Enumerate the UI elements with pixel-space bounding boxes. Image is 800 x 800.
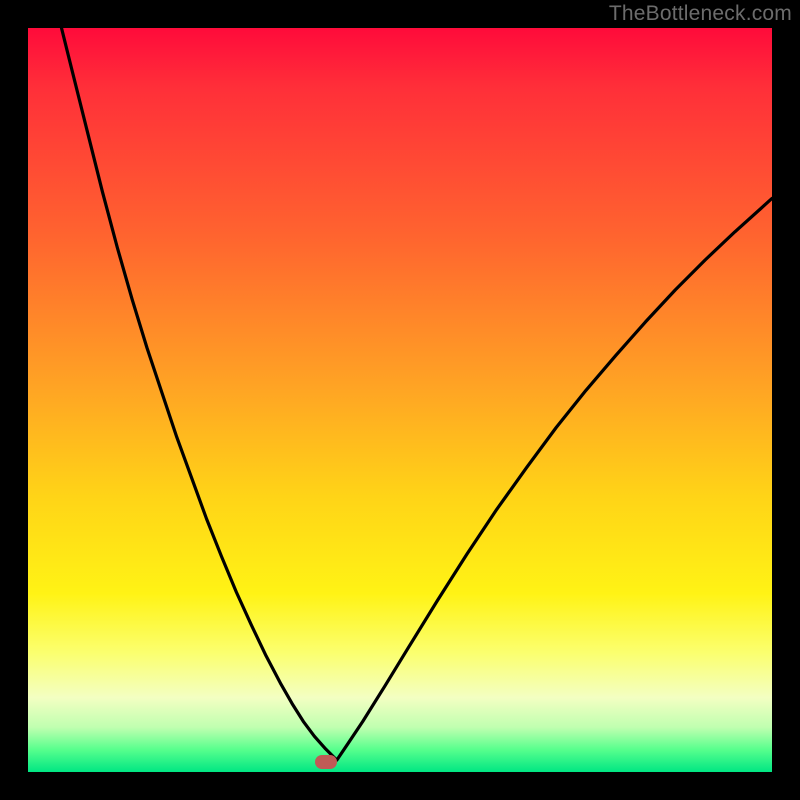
plot-area (28, 28, 772, 772)
optimum-marker (315, 755, 337, 769)
bottleneck-curve (28, 28, 772, 772)
chart-frame: TheBottleneck.com (0, 0, 800, 800)
watermark-text: TheBottleneck.com (609, 2, 792, 26)
